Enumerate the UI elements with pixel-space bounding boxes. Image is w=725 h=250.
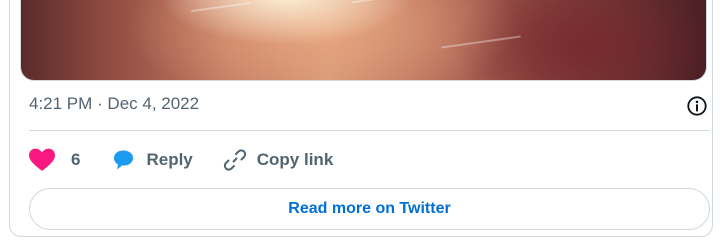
reply-label: Reply <box>146 150 193 169</box>
reply-button[interactable]: Reply <box>110 148 193 172</box>
like-button[interactable]: 6 <box>29 148 80 172</box>
media-texture <box>351 0 401 4</box>
link-icon <box>223 149 246 171</box>
media-texture <box>191 1 251 13</box>
info-icon[interactable] <box>686 95 708 117</box>
tweet-media-image[interactable] <box>20 0 707 81</box>
copy-link-label: Copy link <box>256 150 334 169</box>
heart-icon <box>29 148 55 171</box>
media-texture <box>441 35 521 49</box>
divider <box>29 130 709 131</box>
read-more-button[interactable]: Read more on Twitter <box>29 188 710 230</box>
tweet-actions: 6 Reply Copy link <box>29 145 363 175</box>
speech-bubble-icon <box>114 150 134 170</box>
copy-link-button[interactable]: Copy link <box>223 148 334 172</box>
like-count: 6 <box>71 150 81 169</box>
tweet-timestamp[interactable]: 4:21 PM · Dec 4, 2022 <box>29 94 199 114</box>
